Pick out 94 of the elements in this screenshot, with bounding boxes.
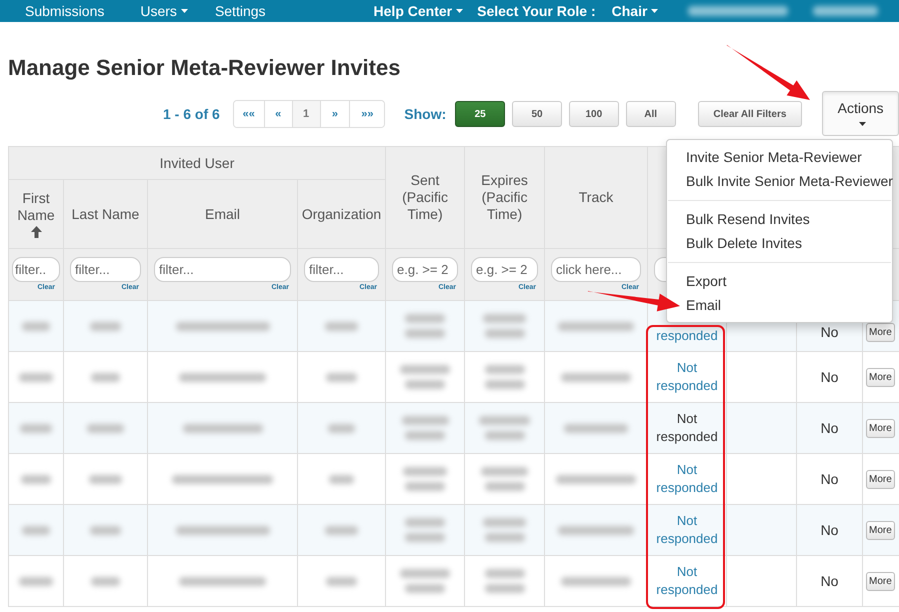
table-cell: No [820,573,838,589]
blurred-text [564,424,628,433]
filter-field[interactable]: e.g. >= 2 [471,257,538,282]
blurred-text [87,424,124,433]
blurred-text [482,518,526,527]
page-size-button[interactable]: 100 [568,101,619,127]
blurred-text [484,329,525,338]
pagination-button[interactable]: »» [349,101,384,127]
blurred-text [18,373,54,382]
blurred-text [484,569,525,578]
blurred-text [484,431,525,440]
blurred-text [484,533,525,542]
menu-item[interactable]: Email [667,293,892,317]
blurred-text [325,526,358,535]
blurred-text [90,526,122,535]
blurred-text [91,373,120,382]
blurred-text [405,380,446,389]
blurred-text [484,365,525,374]
nav-link[interactable]: Users [140,3,188,19]
blurred-text [400,569,450,578]
status-text: Not responded [655,410,719,446]
table-cell: No [820,369,838,385]
menu-item[interactable]: Bulk Delete Invites [667,231,892,255]
blurred-text [328,475,354,484]
table-cell: No [820,522,838,538]
pagination-button[interactable]: 1 [292,101,320,127]
column-header[interactable]: Track [578,189,614,206]
actions-button[interactable]: Actions [822,90,899,136]
menu-item[interactable]: Bulk Resend Invites [667,207,892,231]
blurred-text [403,467,447,476]
blurred-text [400,365,450,374]
blurred-text [405,584,446,593]
blurred-text [484,380,525,389]
blurred-text [20,424,52,433]
blurred-text [405,314,446,323]
blurred-text [481,467,528,476]
table-cell: No [820,420,838,436]
blurred-text [22,526,50,535]
blurred-text [326,373,357,382]
table-cell: No [820,324,838,340]
more-button[interactable]: More [866,323,895,342]
blurred-text [91,577,120,586]
blurred-text [405,431,446,440]
blurred-text [90,322,122,331]
filter-field[interactable]: filter.. [12,257,60,282]
more-button[interactable]: More [866,368,895,387]
table-cell: No [820,471,838,487]
filter-field[interactable]: e.g. >= 2 [392,257,458,282]
blurred-text [402,416,449,425]
blurred-text [18,577,54,586]
more-button[interactable]: More [866,572,895,591]
column-header[interactable]: Last Name [72,206,140,222]
blurred-text [479,416,530,425]
blurred-text [328,424,356,433]
filter-field[interactable]: filter... [70,257,141,282]
page-size-button[interactable]: 50 [512,101,562,127]
nav-label: Select Your Role : [477,3,596,19]
blurred-text [405,482,446,491]
caret-icon [859,122,866,126]
menu-item[interactable]: Export [667,269,892,293]
filter-field[interactable]: filter... [154,257,291,282]
record-count: 1 - 6 of 6 [163,106,220,122]
nav-link[interactable]: Submissions [25,3,104,19]
blurred-text [326,577,357,586]
page-size-button[interactable]: 25 [455,101,506,127]
blurred-text [22,322,50,331]
menu-item[interactable]: Invite Senior Meta-Reviewer [667,145,892,169]
blurred-text [482,314,526,323]
show-label: Show: [404,106,446,122]
nav-menu[interactable]: Chair [612,3,658,19]
blurred-text [484,584,525,593]
blurred-text [325,322,358,331]
more-button[interactable]: More [866,419,895,438]
filter-field[interactable]: click here... [551,257,642,282]
more-button[interactable]: More [866,470,895,489]
page-size-button[interactable]: All [626,101,676,127]
page-title: Manage Senior Meta-Reviewer Invites [8,55,402,81]
menu-item[interactable]: Bulk Invite Senior Meta-Reviewer [667,169,892,193]
nav-link[interactable]: Settings [214,3,266,19]
blurred-text [21,475,51,484]
nav-menu[interactable]: Help Center [374,3,464,19]
blurred-text [405,518,446,527]
blurred-text [561,577,631,586]
filter-field[interactable]: filter... [304,257,380,282]
blurred-text [405,329,446,338]
blurred-text [813,6,878,16]
blurred-text [405,533,446,542]
blurred-text [484,482,525,491]
more-button[interactable]: More [866,521,895,540]
blurred-text [561,373,631,382]
clear-filters-button[interactable]: Clear All Filters [698,101,802,127]
blurred-text [88,475,122,484]
column-header[interactable]: Email [204,206,240,222]
column-group-header: Invited User [8,146,386,180]
